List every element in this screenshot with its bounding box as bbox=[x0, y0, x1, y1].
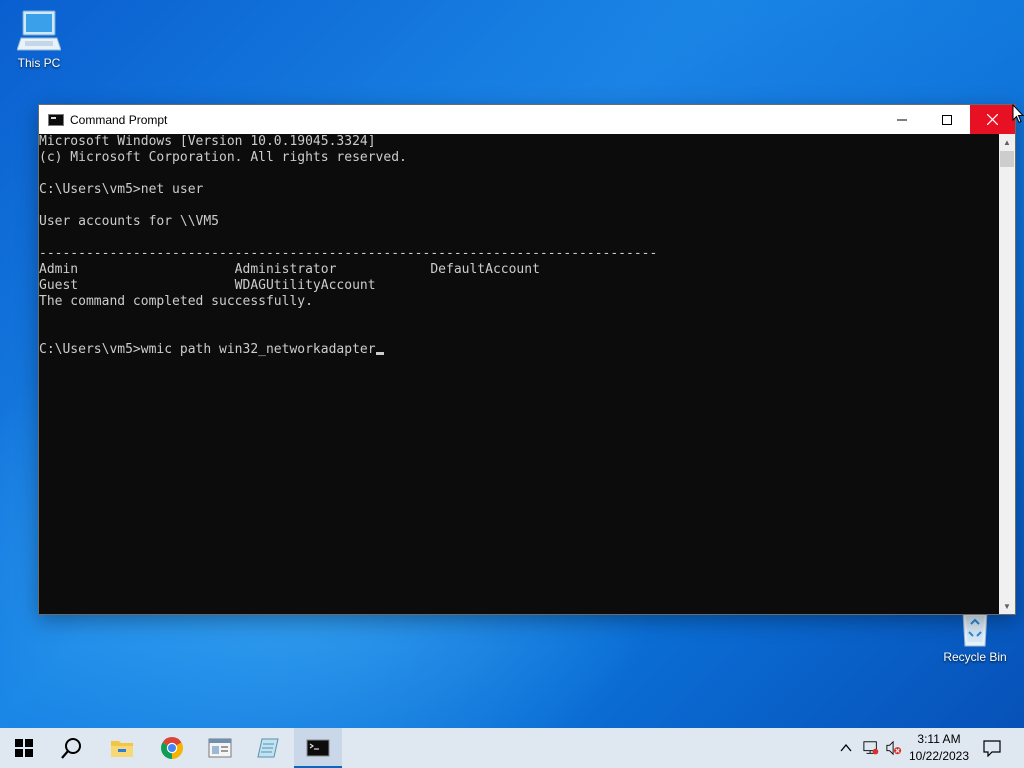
command-prompt-window: Command Prompt Microsoft Windows [Versio… bbox=[39, 105, 1015, 614]
app-window-icon bbox=[208, 738, 232, 758]
notification-icon bbox=[983, 740, 1001, 757]
recycle-bin-icon[interactable]: Recycle Bin bbox=[937, 608, 1013, 664]
console-line: Guest WDAGUtilityAccount bbox=[39, 278, 376, 293]
volume-button[interactable] bbox=[886, 740, 902, 756]
chevron-up-icon bbox=[840, 744, 852, 752]
text-cursor bbox=[375, 352, 384, 355]
this-pc-label: This PC bbox=[17, 56, 61, 70]
console-input-line[interactable]: C:\Users\vm5>wmic path win32_networkadap… bbox=[39, 342, 999, 358]
taskbar-clock[interactable]: 3:11 AM 10/22/2023 bbox=[906, 731, 972, 765]
vertical-scrollbar[interactable]: ▲ ▼ bbox=[999, 134, 1015, 614]
network-button[interactable] bbox=[863, 740, 879, 756]
chrome-button[interactable] bbox=[148, 728, 196, 768]
app-window-button[interactable] bbox=[196, 728, 244, 768]
scroll-up-arrow-icon[interactable]: ▲ bbox=[999, 134, 1015, 150]
console-line: ----------------------------------------… bbox=[39, 246, 658, 261]
console-line: The command completed successfully. bbox=[39, 294, 313, 309]
close-icon bbox=[987, 114, 998, 125]
chrome-icon bbox=[161, 737, 183, 759]
console-line: Microsoft Windows [Version 10.0.19045.33… bbox=[39, 134, 376, 149]
console-output[interactable]: Microsoft Windows [Version 10.0.19045.33… bbox=[39, 134, 999, 614]
show-hidden-icons-button[interactable] bbox=[838, 740, 854, 756]
notepad-icon bbox=[257, 738, 279, 758]
file-explorer-button[interactable] bbox=[98, 728, 146, 768]
console-command: C:\Users\vm5>wmic path win32_networkadap… bbox=[39, 342, 376, 357]
this-pc-icon[interactable]: This PC bbox=[1, 8, 77, 70]
network-icon bbox=[863, 741, 879, 755]
maximize-button[interactable] bbox=[924, 105, 969, 134]
scroll-thumb[interactable] bbox=[1000, 151, 1014, 167]
title-bar[interactable]: Command Prompt bbox=[39, 105, 1015, 134]
search-icon bbox=[61, 738, 81, 759]
console-line: User accounts for \\VM5 bbox=[39, 214, 220, 229]
volume-muted-icon bbox=[886, 740, 902, 756]
start-button[interactable] bbox=[0, 728, 48, 768]
console-line: (c) Microsoft Corporation. All rights re… bbox=[39, 150, 407, 165]
console-line: C:\Users\vm5>net user bbox=[39, 182, 204, 197]
clock-date: 10/22/2023 bbox=[908, 749, 970, 763]
window-title: Command Prompt bbox=[70, 112, 168, 127]
mouse-pointer-icon bbox=[1012, 104, 1024, 124]
command-prompt-taskbar-button[interactable] bbox=[294, 728, 342, 768]
command-prompt-icon bbox=[306, 739, 330, 757]
search-button[interactable] bbox=[48, 728, 96, 768]
start-icon bbox=[15, 739, 33, 757]
maximize-icon bbox=[941, 114, 952, 125]
command-prompt-title-icon bbox=[48, 113, 64, 126]
file-explorer-icon bbox=[111, 741, 133, 757]
scroll-down-arrow-icon[interactable]: ▼ bbox=[999, 598, 1015, 614]
computer-icon bbox=[17, 10, 61, 51]
notification-center-button[interactable] bbox=[983, 739, 1001, 757]
recycle-bin-label: Recycle Bin bbox=[943, 650, 1007, 664]
close-button[interactable] bbox=[970, 105, 1015, 134]
minimize-icon bbox=[896, 119, 907, 120]
notepad-button[interactable] bbox=[244, 728, 292, 768]
minimize-button[interactable] bbox=[879, 105, 924, 134]
clock-time: 3:11 AM bbox=[917, 732, 961, 746]
recycle-bin-glyph-icon bbox=[962, 611, 988, 647]
console-line: Admin Administrator DefaultAccount bbox=[39, 262, 540, 277]
taskbar: 3:11 AM 10/22/2023 bbox=[0, 728, 1024, 768]
